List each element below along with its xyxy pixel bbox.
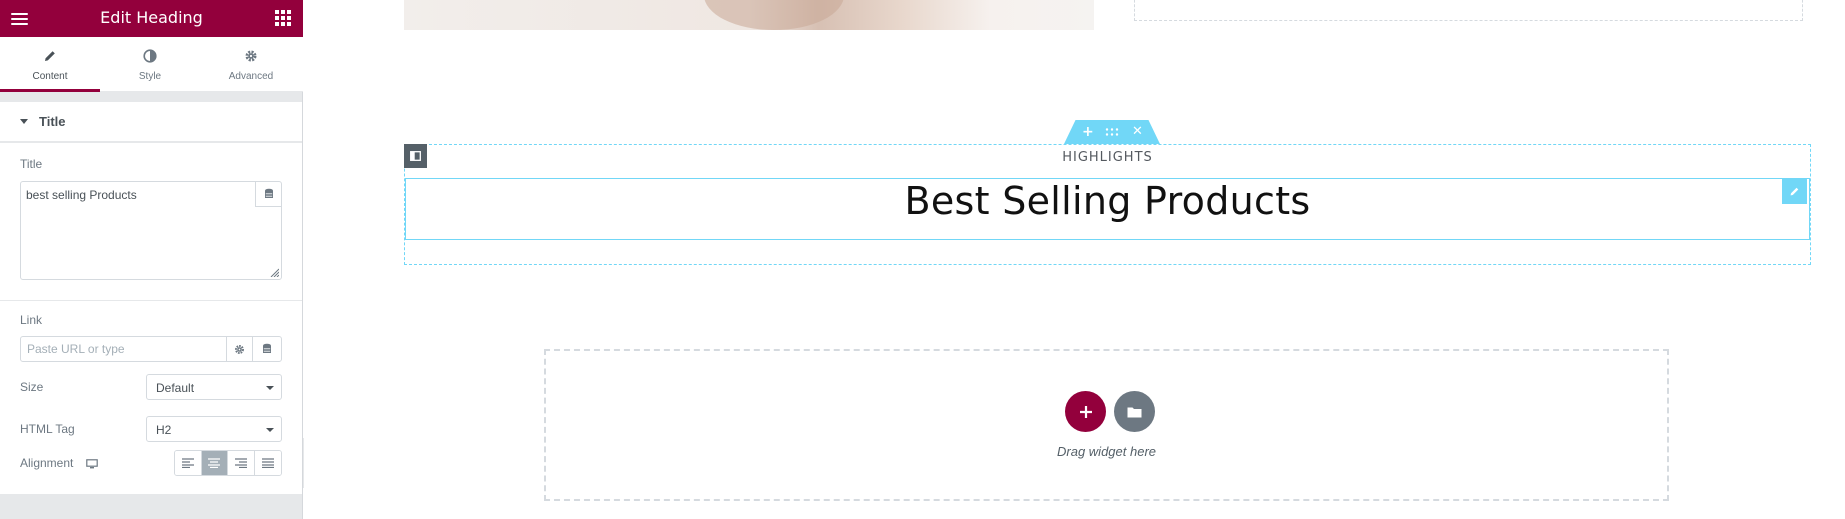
add-section-button[interactable]	[1065, 391, 1106, 432]
link-control-label: Link	[20, 313, 43, 327]
title-control-label: Title	[20, 157, 43, 171]
half-circle-icon	[143, 49, 157, 63]
drag-widget-hint: Drag widget here	[1057, 444, 1156, 459]
title-textarea-value: best selling Products	[26, 188, 137, 202]
caret-down-icon	[20, 119, 28, 124]
alignment-choices	[174, 450, 282, 476]
html-tag-select[interactable]: H2	[146, 416, 282, 442]
chevron-down-icon	[266, 386, 274, 390]
alignment-control-label: Alignment	[20, 456, 74, 470]
add-template-button[interactable]	[1114, 391, 1155, 432]
edit-widget-button[interactable]	[1782, 179, 1807, 204]
link-url-input[interactable]: Paste URL or type	[20, 336, 227, 362]
size-control-label: Size	[20, 380, 44, 394]
database-icon	[264, 188, 273, 198]
dynamic-tags-button[interactable]	[255, 182, 281, 207]
preview-canvas: + ✕ HIGHLIGHTS Best Selling Products Dra…	[304, 0, 1845, 519]
divider	[0, 300, 302, 301]
resize-grip-icon[interactable]	[269, 267, 279, 277]
tab-advanced-label: Advanced	[228, 71, 274, 82]
align-center-icon	[208, 458, 221, 468]
tab-style[interactable]: Style	[100, 37, 200, 92]
editor-app: Edit Heading Content Style Advanced Titl…	[0, 0, 1845, 519]
html-tag-select-value: H2	[156, 423, 172, 437]
link-dynamic-tags-button[interactable]	[252, 336, 282, 362]
panel-title: Edit Heading	[100, 8, 203, 27]
gear-icon	[245, 50, 257, 62]
align-justify-button[interactable]	[254, 451, 281, 475]
desktop-icon[interactable]	[86, 459, 98, 469]
panel-header: Edit Heading	[0, 0, 303, 37]
plus-icon	[1079, 405, 1092, 418]
empty-column	[1134, 0, 1803, 21]
tab-style-label: Style	[138, 71, 162, 82]
align-justify-icon	[261, 458, 274, 468]
chevron-down-icon	[266, 428, 274, 432]
close-icon[interactable]: ✕	[1132, 125, 1143, 139]
panel-tabs: Content Style Advanced	[0, 37, 303, 92]
widget-drop-zone[interactable]	[544, 349, 1669, 501]
pencil-icon	[1790, 187, 1799, 196]
align-right-button[interactable]	[228, 451, 255, 475]
widgets-grid-icon[interactable]	[275, 10, 291, 26]
tab-content[interactable]: Content	[0, 37, 100, 92]
align-left-button[interactable]	[175, 451, 202, 475]
size-select-value: Default	[156, 381, 195, 395]
heading-widget-text[interactable]: Best Selling Products	[405, 178, 1810, 238]
align-left-icon	[181, 458, 194, 468]
html-tag-control-label: HTML Tag	[20, 422, 75, 436]
section-handle[interactable]: + ✕	[1064, 120, 1160, 144]
section-title-label: Title	[39, 114, 66, 129]
editor-panel: Edit Heading Content Style Advanced Titl…	[0, 0, 303, 519]
gear-icon	[235, 344, 244, 354]
highlights-subheading: HIGHLIGHTS	[1062, 150, 1153, 165]
pencil-icon	[45, 51, 55, 61]
folder-icon	[1127, 407, 1142, 417]
controls-list: Title best selling Products Link Paste U…	[0, 143, 302, 494]
title-textarea[interactable]: best selling Products	[20, 181, 282, 280]
database-icon	[263, 343, 271, 353]
hero-image	[404, 0, 1094, 30]
section-toggle-title[interactable]: Title	[0, 102, 302, 142]
tab-advanced[interactable]: Advanced	[200, 37, 302, 92]
align-right-icon	[234, 458, 247, 468]
align-center-button[interactable]	[201, 451, 228, 475]
panel-body: Title Title best selling Products Link P…	[0, 92, 302, 519]
tab-content-label: Content	[32, 71, 68, 82]
link-options-button[interactable]	[226, 336, 253, 362]
add-section-icon[interactable]: +	[1082, 125, 1094, 139]
drag-handle-icon[interactable]	[1105, 128, 1119, 136]
size-select[interactable]: Default	[146, 374, 282, 400]
